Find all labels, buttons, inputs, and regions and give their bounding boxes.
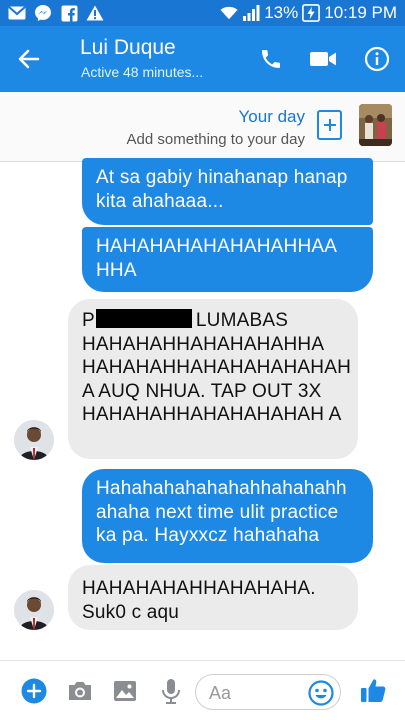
message-bubble-received[interactable]: HAHAHAHAHHAHAHAHA. Suk0 c aqu xyxy=(68,565,358,630)
message-input-placeholder: Aa xyxy=(209,683,232,703)
conversation-header: Lui Duque Active 48 minutes... xyxy=(0,26,405,92)
status-bar: 13% 10:19 PM xyxy=(0,0,405,26)
battery-percentage: 13% xyxy=(264,3,299,22)
signal-icon xyxy=(242,4,260,22)
camera-icon[interactable] xyxy=(67,678,93,704)
thumbs-up-icon[interactable] xyxy=(358,675,388,705)
message-bubble-sent[interactable]: HAHAHAHAHAHAHAHHAA HHA xyxy=(82,227,373,292)
microphone-icon[interactable] xyxy=(158,678,184,704)
gmail-icon xyxy=(8,4,26,22)
avatar[interactable] xyxy=(14,420,54,460)
message-bubble-sent[interactable]: At sa gabiy hinahanap hanap kita ahahaaa… xyxy=(82,158,373,225)
your-day-subtitle: Add something to your day xyxy=(126,131,305,148)
battery-icon xyxy=(302,4,321,22)
active-status: Active 48 minutes... xyxy=(81,64,204,80)
clock: 10:19 PM xyxy=(324,3,397,22)
phone-icon[interactable] xyxy=(256,44,286,74)
warning-icon xyxy=(86,4,104,22)
wifi-icon xyxy=(220,4,238,22)
message-text: P xyxy=(82,310,95,331)
contact-name[interactable]: Lui Duque xyxy=(80,36,176,60)
info-icon[interactable] xyxy=(362,44,392,74)
facebook-icon xyxy=(60,4,78,22)
avatar[interactable] xyxy=(14,590,54,630)
add-to-day-button[interactable] xyxy=(317,110,342,140)
message-list[interactable]: At sa gabiy hinahanap hanap kita ahahaaa… xyxy=(0,158,405,660)
plus-icon[interactable] xyxy=(21,678,47,704)
day-story-thumbnail[interactable] xyxy=(359,104,392,146)
your-day-title[interactable]: Your day xyxy=(239,107,305,127)
message-input[interactable]: Aa xyxy=(195,674,341,710)
messenger-icon xyxy=(34,4,52,22)
gallery-icon[interactable] xyxy=(112,678,138,704)
video-camera-icon[interactable] xyxy=(308,44,338,74)
message-bubble-sent[interactable]: Hahahahahahahahhahahahh ahaha next time … xyxy=(82,469,373,563)
message-bubble-received[interactable]: P LUMABAS HAHAHAHHAHAHAHAHHA HAHAHAHHAHAH… xyxy=(68,299,358,459)
redaction-bar xyxy=(95,309,192,328)
emoji-icon[interactable] xyxy=(308,680,334,706)
back-arrow-icon[interactable] xyxy=(16,46,46,72)
message-composer: Aa xyxy=(0,660,405,720)
your-day-banner[interactable]: Your day Add something to your day xyxy=(0,92,405,162)
